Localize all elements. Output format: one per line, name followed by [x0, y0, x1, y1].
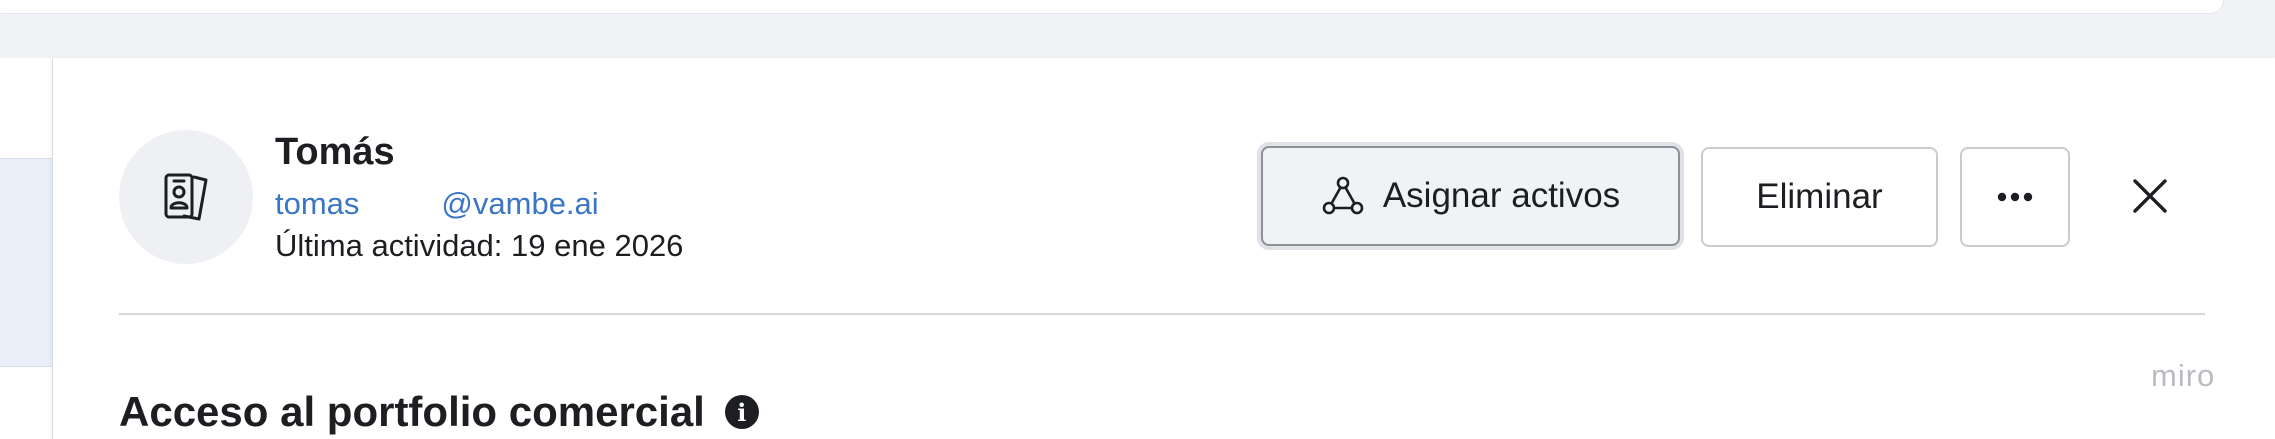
- last-activity: Última actividad: 19 ene 2026: [275, 228, 684, 263]
- close-button[interactable]: [2115, 161, 2185, 231]
- user-name: Tomás: [275, 131, 395, 173]
- assign-assets-button[interactable]: Asignar activos: [1261, 146, 1680, 246]
- miro-watermark: miro: [2151, 358, 2216, 393]
- section-title: Acceso al portfolio comercial i: [119, 388, 759, 436]
- share-nodes-icon: [1321, 174, 1365, 218]
- user-detail-drawer: Tomás tomas @vambe.ai Última actividad: 1…: [52, 58, 2275, 439]
- avatar: [119, 130, 253, 264]
- header-divider: [119, 313, 2205, 315]
- email-local-part: tomas: [275, 186, 360, 221]
- section-title-text: Acceso al portfolio comercial: [119, 388, 705, 435]
- top-strip: [0, 0, 2275, 59]
- assign-assets-label: Asignar activos: [1382, 176, 1621, 215]
- email-domain: @vambe.ai: [441, 186, 599, 221]
- delete-label: Eliminar: [1756, 177, 1883, 216]
- user-email[interactable]: tomas @vambe.ai: [275, 186, 599, 222]
- app-stage: Tomás tomas @vambe.ai Última actividad: 1…: [0, 0, 2275, 439]
- delete-button[interactable]: Eliminar: [1701, 147, 1938, 247]
- close-icon: [2133, 179, 2167, 213]
- selected-row-highlight: [0, 158, 52, 367]
- top-card: [0, 0, 2224, 14]
- more-options-button[interactable]: [1960, 147, 2070, 247]
- info-icon[interactable]: i: [724, 395, 759, 429]
- id-badge-icon: [164, 173, 208, 221]
- more-icon: [1997, 192, 2033, 202]
